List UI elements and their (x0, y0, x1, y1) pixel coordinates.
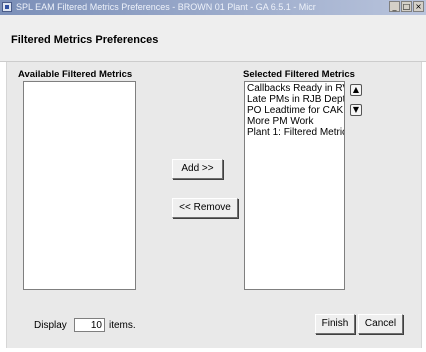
finish-button[interactable]: Finish (315, 314, 355, 334)
dialog-title: Filtered Metrics Preferences (11, 34, 159, 46)
window-title: SPL EAM Filtered Metrics Preferences - B… (16, 2, 316, 12)
list-item[interactable]: Plant 1: Filtered Metric 1 for NA (245, 127, 344, 138)
move-down-button[interactable]: ▼ (350, 104, 362, 116)
list-item[interactable]: PO Leadtime for CAK Buyers (245, 105, 344, 116)
app-icon (2, 2, 12, 12)
window-controls: _ □ × (389, 1, 424, 14)
close-button[interactable]: × (413, 1, 424, 12)
preferences-panel: Available Filtered Metrics Add >> << Rem… (6, 62, 422, 348)
list-item[interactable]: Late PMs in RJB Dept (245, 94, 344, 105)
available-metrics-label: Available Filtered Metrics (18, 69, 133, 80)
cancel-button[interactable]: Cancel (358, 314, 403, 334)
minimize-button[interactable]: _ (389, 1, 400, 12)
add-button[interactable]: Add >> (172, 159, 223, 179)
maximize-button[interactable]: □ (401, 1, 412, 12)
arrow-up-icon: ▲ (352, 85, 360, 94)
available-metrics-list[interactable] (23, 81, 136, 290)
remove-button[interactable]: << Remove (172, 198, 238, 218)
list-item[interactable]: Callbacks Ready in RVM Dept (245, 83, 344, 94)
window-titlebar: SPL EAM Filtered Metrics Preferences - B… (0, 0, 426, 15)
selected-metrics-list[interactable]: Callbacks Ready in RVM Dept Late PMs in … (244, 81, 345, 290)
list-item[interactable]: More PM Work (245, 116, 344, 127)
selected-metrics-label: Selected Filtered Metrics (243, 69, 355, 80)
items-label: items. (109, 320, 136, 331)
arrow-down-icon: ▼ (352, 105, 360, 114)
display-label: Display (34, 320, 67, 331)
move-up-button[interactable]: ▲ (350, 84, 362, 96)
display-count-input[interactable] (74, 318, 105, 332)
